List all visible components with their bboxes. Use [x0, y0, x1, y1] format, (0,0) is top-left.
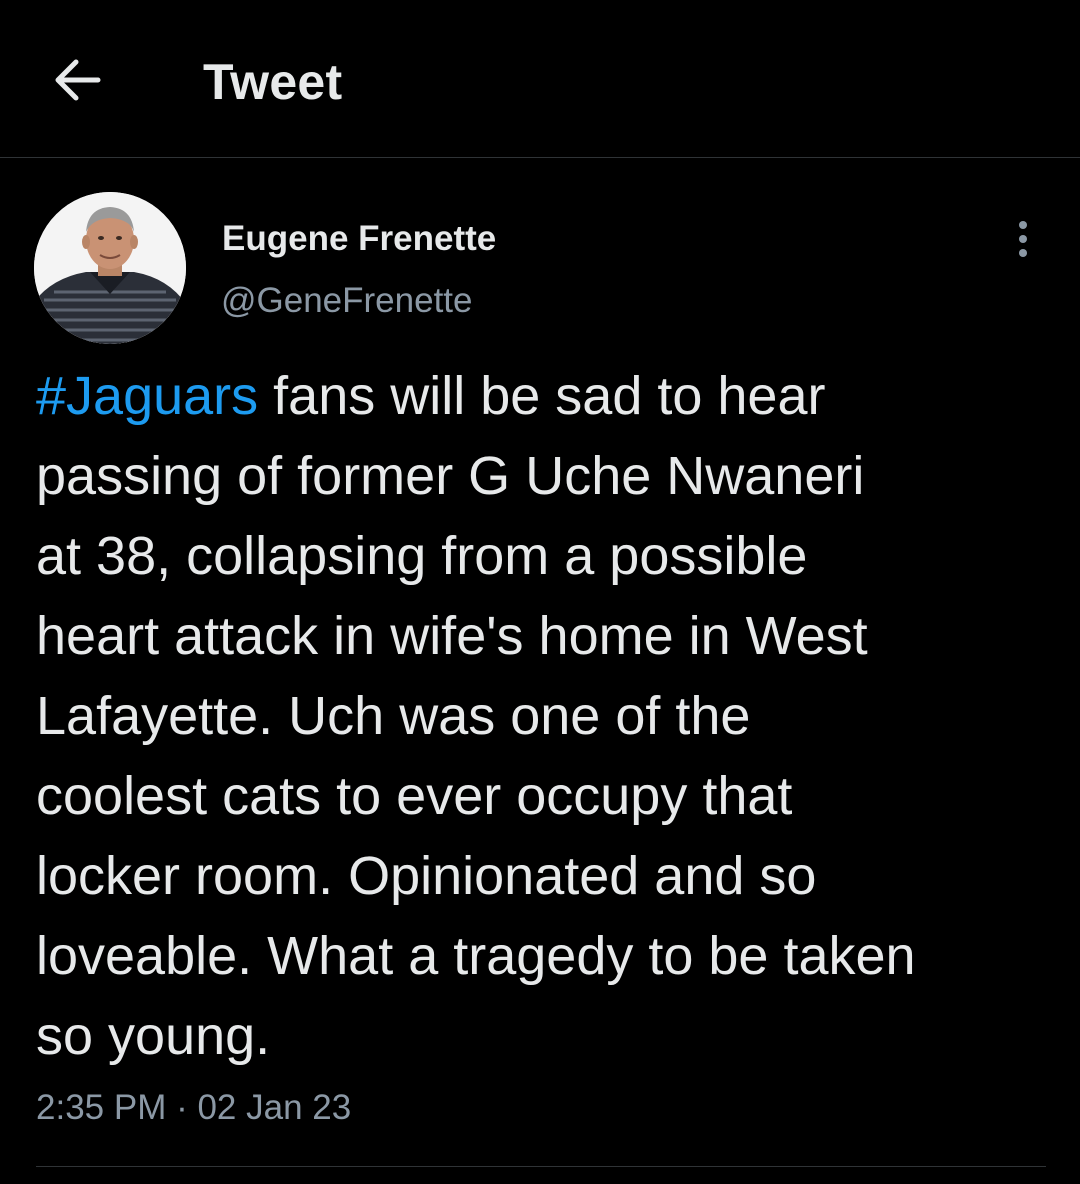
divider: [36, 1166, 1046, 1167]
tweet-line-text: fans will be sad to hear: [258, 366, 826, 426]
more-options-button[interactable]: [1002, 214, 1044, 264]
tweet-line: passing of former G Uche Nwaneri: [36, 446, 865, 506]
arrow-left-icon: [55, 59, 101, 101]
tweet-line: #Jaguars fans will be sad to hear: [36, 356, 1066, 436]
tweet-text: #Jaguars fans will be sad to hear passin…: [36, 356, 1066, 1076]
tweet-line: heart attack in wife's home in West: [36, 606, 868, 666]
page-title: Tweet: [203, 54, 343, 110]
tweet-line: Lafayette. Uch was one of the: [36, 686, 751, 746]
tweet-line: so young.: [36, 1006, 271, 1066]
back-button[interactable]: [46, 52, 108, 108]
tweet-line: loveable. What a tragedy to be taken: [36, 926, 916, 986]
profile-photo: [34, 192, 186, 344]
more-vertical-icon: [1019, 221, 1027, 257]
timestamp-separator: ·: [166, 1088, 198, 1127]
tweet-time[interactable]: 2:35 PM: [36, 1088, 166, 1127]
author-handle[interactable]: @GeneFrenette: [221, 278, 473, 324]
tweet-line: coolest cats to ever occupy that: [36, 766, 793, 826]
top-app-bar: Tweet: [0, 0, 1080, 158]
tweet-date[interactable]: 02 Jan 23: [197, 1088, 351, 1127]
tweet-line: at 38, collapsing from a possible: [36, 526, 808, 586]
tweet-timestamp: 2:35 PM · 02 Jan 23: [36, 1085, 351, 1131]
tweet-line: locker room. Opinionated and so: [36, 846, 817, 906]
hashtag-link[interactable]: #Jaguars: [36, 366, 258, 426]
author-display-name[interactable]: Eugene Frenette: [222, 216, 496, 262]
avatar[interactable]: [34, 192, 186, 344]
